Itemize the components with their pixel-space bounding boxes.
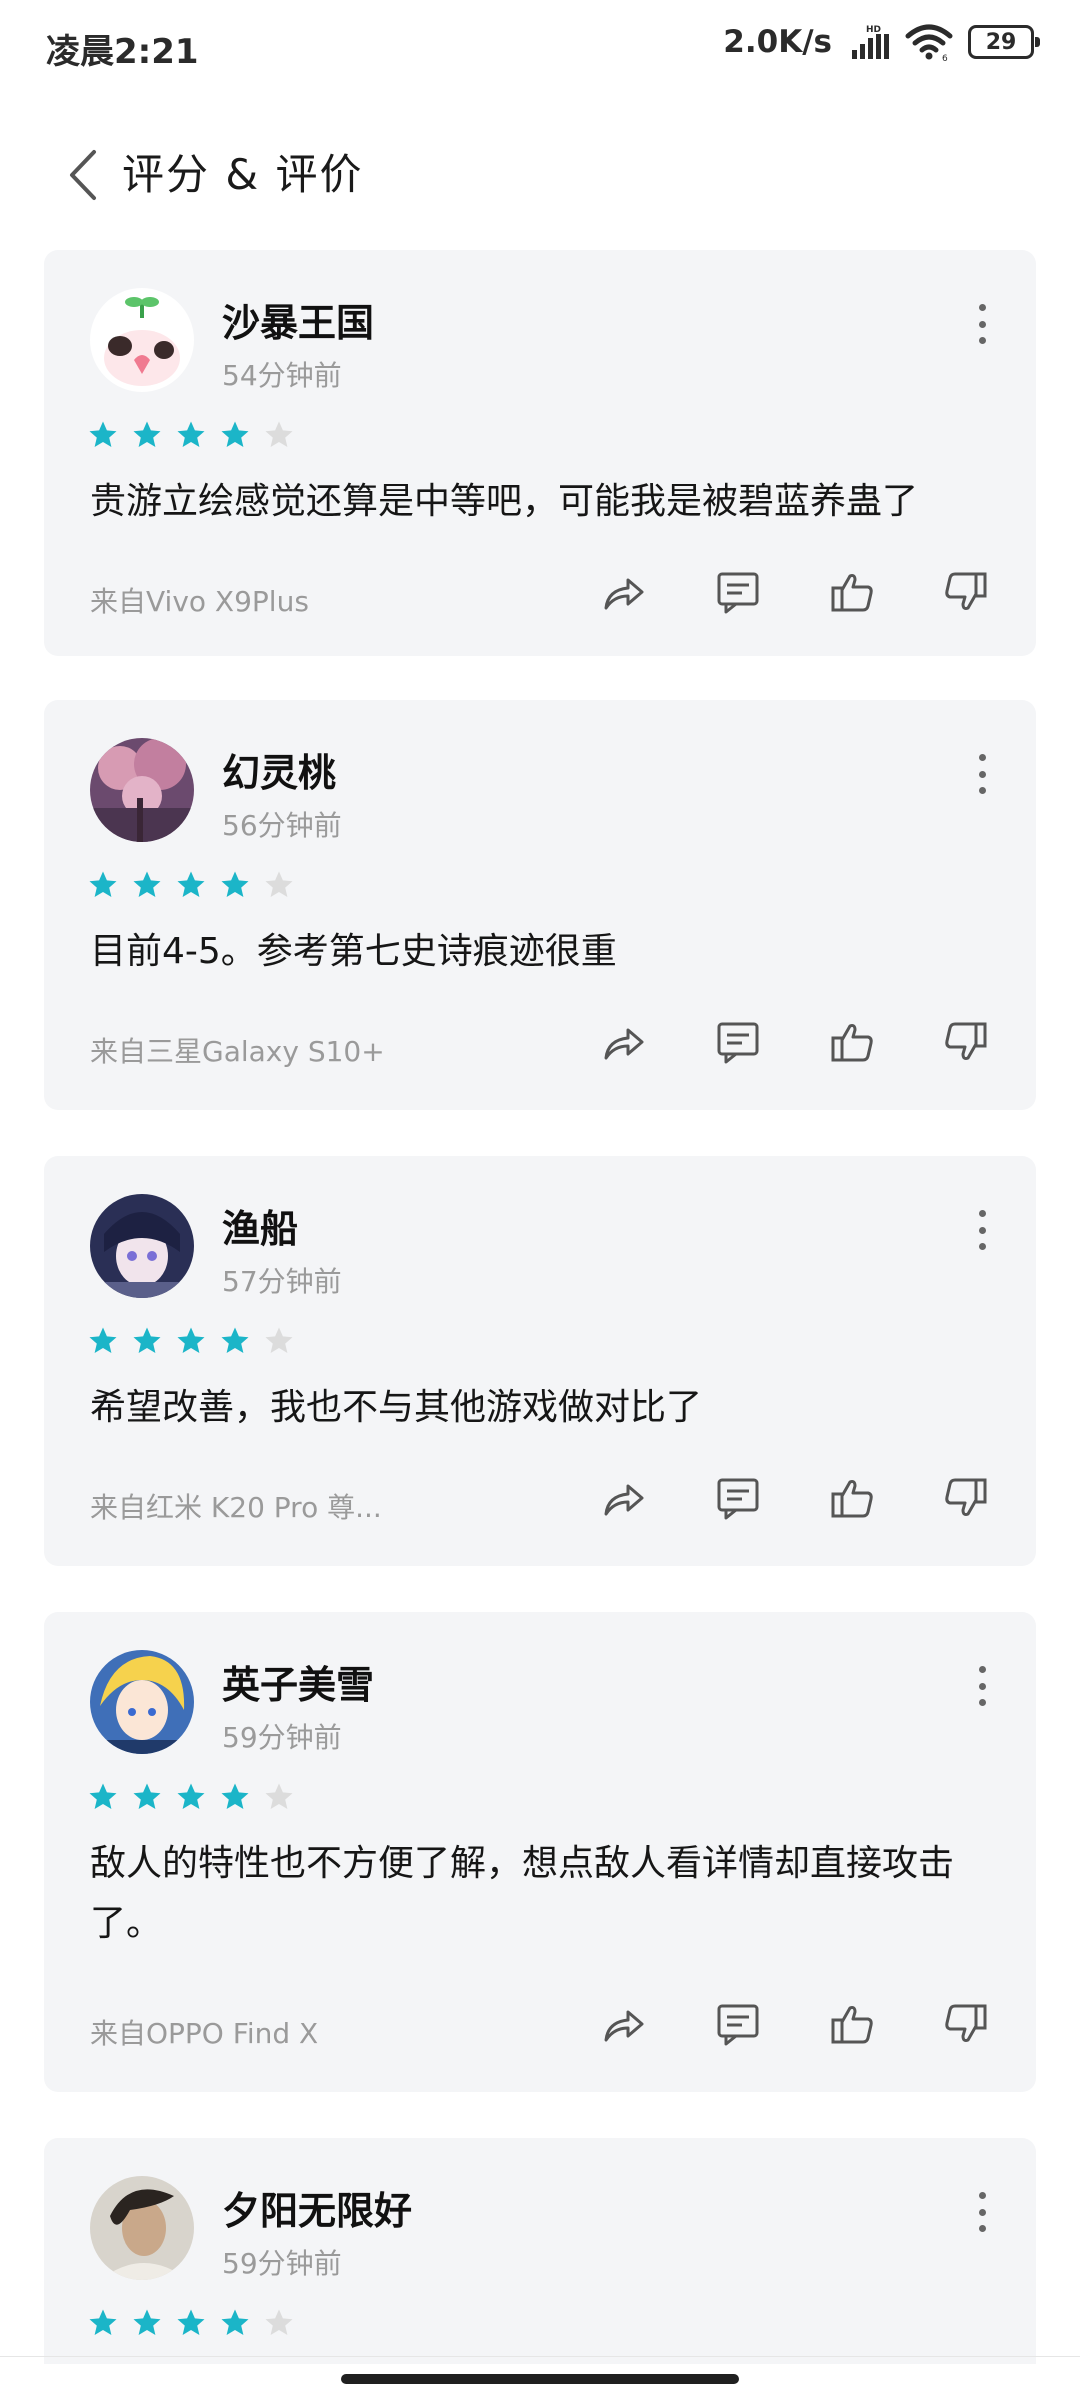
share-icon[interactable] <box>600 1474 648 1522</box>
review-text[interactable]: 敌人的特性也不方便了解，想点敌人看详情却直接攻击了。 <box>90 1834 980 1954</box>
device-label: 来自红米 K20 Pro 尊... <box>90 1491 382 1524</box>
thumbs-down-icon[interactable] <box>942 568 990 616</box>
review-time: 59分钟前 <box>222 2247 342 2280</box>
rating-stars <box>88 1782 294 1812</box>
review-card: 沙暴王国 54分钟前 贵游立绘感觉还算是中等吧，可能我是被碧蓝养蛊了 来自Viv… <box>44 250 1036 656</box>
more-options-button[interactable] <box>974 2192 990 2232</box>
star-filled-icon <box>177 1783 205 1809</box>
status-indicators: 2.0K/s HD 6 29 <box>723 22 1040 62</box>
more-options-button[interactable] <box>974 1666 990 1706</box>
gesture-bar[interactable] <box>341 2374 739 2384</box>
star-empty-icon <box>265 421 293 447</box>
review-time: 59分钟前 <box>222 1721 342 1754</box>
star-filled-icon <box>89 1783 117 1809</box>
more-options-button[interactable] <box>974 304 990 344</box>
star-empty-icon <box>265 1327 293 1353</box>
star-filled-icon <box>89 421 117 447</box>
network-speed: 2.0K/s <box>723 24 832 60</box>
header: 评分 & 评价 <box>0 120 1080 230</box>
star-filled-icon <box>133 421 161 447</box>
thumbs-up-icon[interactable] <box>828 2000 876 2048</box>
avatar[interactable] <box>90 738 194 842</box>
avatar[interactable] <box>90 288 194 392</box>
rating-stars <box>88 1326 294 1356</box>
review-time: 57分钟前 <box>222 1265 342 1298</box>
rating-stars <box>88 2308 294 2338</box>
avatar[interactable] <box>90 1650 194 1754</box>
thumbs-down-icon[interactable] <box>942 1474 990 1522</box>
thumbs-down-icon[interactable] <box>942 1018 990 1066</box>
battery-indicator: 29 <box>968 25 1040 59</box>
star-filled-icon <box>89 871 117 897</box>
review-text[interactable]: 目前4-5。参考第七史诗痕迹很重 <box>90 922 990 982</box>
star-filled-icon <box>177 421 205 447</box>
review-time: 56分钟前 <box>222 809 342 842</box>
star-filled-icon <box>221 421 249 447</box>
review-time: 54分钟前 <box>222 359 342 392</box>
review-actions <box>600 1474 990 1522</box>
thumbs-up-icon[interactable] <box>828 1474 876 1522</box>
status-time: 凌晨2:21 <box>46 32 199 72</box>
star-filled-icon <box>89 2309 117 2335</box>
star-empty-icon <box>265 871 293 897</box>
star-filled-icon <box>221 2309 249 2335</box>
status-bar: 凌晨2:21 2.0K/s HD 6 29 <box>0 0 1080 90</box>
star-filled-icon <box>221 1783 249 1809</box>
avatar[interactable] <box>90 1194 194 1298</box>
comment-icon[interactable] <box>714 568 762 616</box>
device-label: 来自OPPO Find X <box>90 2017 319 2050</box>
share-icon[interactable] <box>600 1018 648 1066</box>
star-filled-icon <box>89 1327 117 1353</box>
star-filled-icon <box>133 2309 161 2335</box>
avatar[interactable] <box>90 2176 194 2280</box>
svg-text:HD: HD <box>866 25 881 35</box>
comment-icon[interactable] <box>714 1018 762 1066</box>
rating-stars <box>88 870 294 900</box>
device-label: 来自三星Galaxy S10+ <box>90 1035 385 1068</box>
user-name[interactable]: 夕阳无限好 <box>222 2180 412 2235</box>
user-name[interactable]: 沙暴王国 <box>222 292 374 347</box>
star-filled-icon <box>177 1327 205 1353</box>
star-filled-icon <box>221 871 249 897</box>
user-name[interactable]: 渔船 <box>222 1198 298 1253</box>
share-icon[interactable] <box>600 2000 648 2048</box>
comment-icon[interactable] <box>714 2000 762 2048</box>
star-empty-icon <box>265 1783 293 1809</box>
review-card: 幻灵桃 56分钟前 目前4-5。参考第七史诗痕迹很重 来自三星Galaxy S1… <box>44 700 1036 1110</box>
review-actions <box>600 1018 990 1066</box>
star-filled-icon <box>133 1327 161 1353</box>
user-name[interactable]: 幻灵桃 <box>222 742 336 797</box>
chevron-left-icon <box>70 150 96 200</box>
review-card: 渔船 57分钟前 希望改善，我也不与其他游戏做对比了 来自红米 K20 Pro … <box>44 1156 1036 1566</box>
signal-hd-icon: HD <box>852 25 889 59</box>
star-empty-icon <box>265 2309 293 2335</box>
rating-stars <box>88 420 294 450</box>
battery-level: 29 <box>985 29 1017 55</box>
review-actions <box>600 568 990 616</box>
star-filled-icon <box>133 871 161 897</box>
review-card: 夕阳无限好 59分钟前 <box>44 2138 1036 2364</box>
user-name[interactable]: 英子美雪 <box>222 1654 374 1709</box>
svg-text:6: 6 <box>942 54 948 62</box>
divider <box>0 2356 1080 2357</box>
star-filled-icon <box>177 2309 205 2335</box>
thumbs-up-icon[interactable] <box>828 568 876 616</box>
wifi-icon: 6 <box>905 24 953 62</box>
star-filled-icon <box>177 871 205 897</box>
review-card: 英子美雪 59分钟前 敌人的特性也不方便了解，想点敌人看详情却直接攻击了。 来自… <box>44 1612 1036 2092</box>
page-title: 评分 & 评价 <box>122 150 364 199</box>
share-icon[interactable] <box>600 568 648 616</box>
more-options-button[interactable] <box>974 754 990 794</box>
thumbs-up-icon[interactable] <box>828 1018 876 1066</box>
device-label: 来自Vivo X9Plus <box>90 585 309 618</box>
review-actions <box>600 2000 990 2048</box>
review-text[interactable]: 贵游立绘感觉还算是中等吧，可能我是被碧蓝养蛊了 <box>90 472 990 532</box>
review-text[interactable]: 希望改善，我也不与其他游戏做对比了 <box>90 1378 990 1438</box>
more-options-button[interactable] <box>974 1210 990 1250</box>
star-filled-icon <box>221 1327 249 1353</box>
thumbs-down-icon[interactable] <box>942 2000 990 2048</box>
back-button[interactable] <box>58 142 108 208</box>
star-filled-icon <box>133 1783 161 1809</box>
comment-icon[interactable] <box>714 1474 762 1522</box>
